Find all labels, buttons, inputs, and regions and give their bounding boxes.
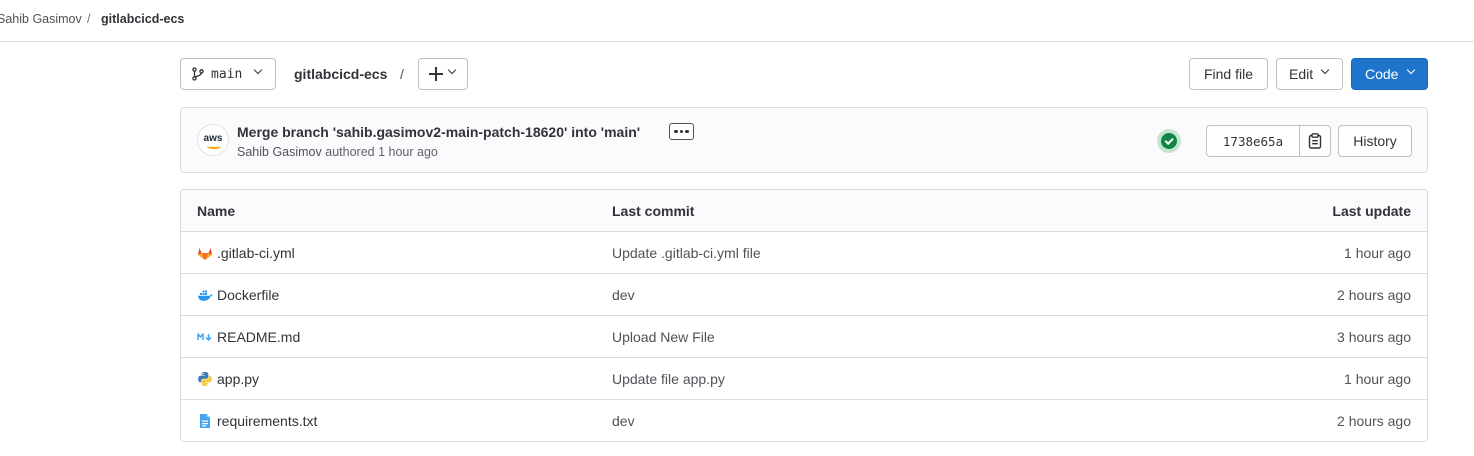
column-header-last-commit: Last commit <box>612 203 695 219</box>
file-tree-table: Name Last commit Last update .gitlab-ci.… <box>180 189 1428 442</box>
code-button[interactable]: Code <box>1351 58 1428 90</box>
commit-sha-group: 1738e65a <box>1206 125 1331 157</box>
dot <box>685 129 689 134</box>
table-row[interactable]: app.py Update file app.py 1 hour ago <box>181 358 1427 400</box>
dot <box>679 129 684 134</box>
history-button[interactable]: History <box>1338 125 1412 157</box>
column-header-name: Name <box>197 203 236 219</box>
commit-sha[interactable]: 1738e65a <box>1207 126 1300 156</box>
file-commit-link[interactable]: Update file app.py <box>612 371 725 387</box>
table-row[interactable]: README.md Upload New File 3 hours ago <box>181 316 1427 358</box>
aws-smile-icon <box>207 144 221 149</box>
file-updated-time: 3 hours ago <box>1337 329 1411 345</box>
commit-authored-time: authored 1 hour ago <box>325 145 438 159</box>
breadcrumb: Sahib Gasimov / gitlabcicd-ecs <box>0 0 1474 42</box>
add-to-tree-button[interactable] <box>418 58 468 90</box>
commit-title-link[interactable]: Merge branch 'sahib.gasimov2-main-patch-… <box>237 123 640 141</box>
file-name-link[interactable]: requirements.txt <box>217 413 317 429</box>
file-name-link[interactable]: app.py <box>217 371 259 387</box>
file-updated-time: 1 hour ago <box>1344 371 1411 387</box>
branch-name: main <box>211 66 243 82</box>
file-commit-link[interactable]: dev <box>612 287 635 303</box>
plus-icon <box>429 67 443 81</box>
table-row[interactable]: requirements.txt dev 2 hours ago <box>181 400 1427 441</box>
file-updated-time: 2 hours ago <box>1337 287 1411 303</box>
chevron-down-icon <box>447 65 457 75</box>
file-commit-link[interactable]: dev <box>612 413 635 429</box>
edit-button[interactable]: Edit <box>1276 58 1343 90</box>
edit-button-label: Edit <box>1289 66 1314 82</box>
table-header: Name Last commit Last update <box>181 190 1427 232</box>
commit-author-link[interactable]: Sahib Gasimov <box>237 145 322 159</box>
copy-sha-button[interactable] <box>1300 126 1330 156</box>
file-updated-time: 2 hours ago <box>1337 413 1411 429</box>
file-name-link[interactable]: Dockerfile <box>217 287 279 303</box>
aws-logo-text: aws <box>203 132 223 144</box>
chevron-down-icon <box>1320 65 1330 75</box>
file-name-link[interactable]: .gitlab-ci.yml <box>217 245 295 261</box>
commit-meta: Sahib Gasimov authored 1 hour ago <box>237 144 438 160</box>
file-commit-link[interactable]: Upload New File <box>612 329 715 345</box>
code-button-label: Code <box>1365 66 1399 82</box>
file-updated-time: 1 hour ago <box>1344 245 1411 261</box>
find-file-button[interactable]: Find file <box>1189 58 1268 90</box>
pipeline-status-passed-icon[interactable] <box>1157 129 1181 153</box>
avatar[interactable]: aws <box>197 124 229 156</box>
table-row[interactable]: Dockerfile dev 2 hours ago <box>181 274 1427 316</box>
breadcrumb-separator: / <box>87 12 91 26</box>
breadcrumb-project-link[interactable]: gitlabcicd-ecs <box>101 11 184 27</box>
chevron-down-icon <box>253 65 263 75</box>
repo-path-link[interactable]: gitlabcicd-ecs <box>294 66 387 82</box>
text-file-icon <box>200 414 210 428</box>
branch-switcher-button[interactable]: main <box>180 58 276 90</box>
chevron-down-icon <box>1406 65 1416 75</box>
breadcrumb-owner-link[interactable]: Sahib Gasimov <box>0 11 82 27</box>
dot <box>674 129 678 134</box>
toggle-commit-description-button[interactable] <box>669 123 694 140</box>
gitlab-icon <box>198 248 212 260</box>
column-header-last-update: Last update <box>1332 203 1411 219</box>
path-separator: / <box>400 66 404 82</box>
copy-icon <box>1308 133 1322 149</box>
check-icon <box>1164 135 1174 145</box>
docker-icon <box>198 290 213 301</box>
last-commit-panel: aws Merge branch 'sahib.gasimov2-main-pa… <box>180 107 1428 173</box>
markdown-icon <box>197 333 212 341</box>
table-row[interactable]: .gitlab-ci.yml Update .gitlab-ci.yml fil… <box>181 232 1427 274</box>
file-commit-link[interactable]: Update .gitlab-ci.yml file <box>612 245 761 261</box>
file-name-link[interactable]: README.md <box>217 329 300 345</box>
status-circle <box>1161 133 1177 149</box>
python-icon <box>198 372 212 386</box>
branch-icon <box>192 67 204 81</box>
